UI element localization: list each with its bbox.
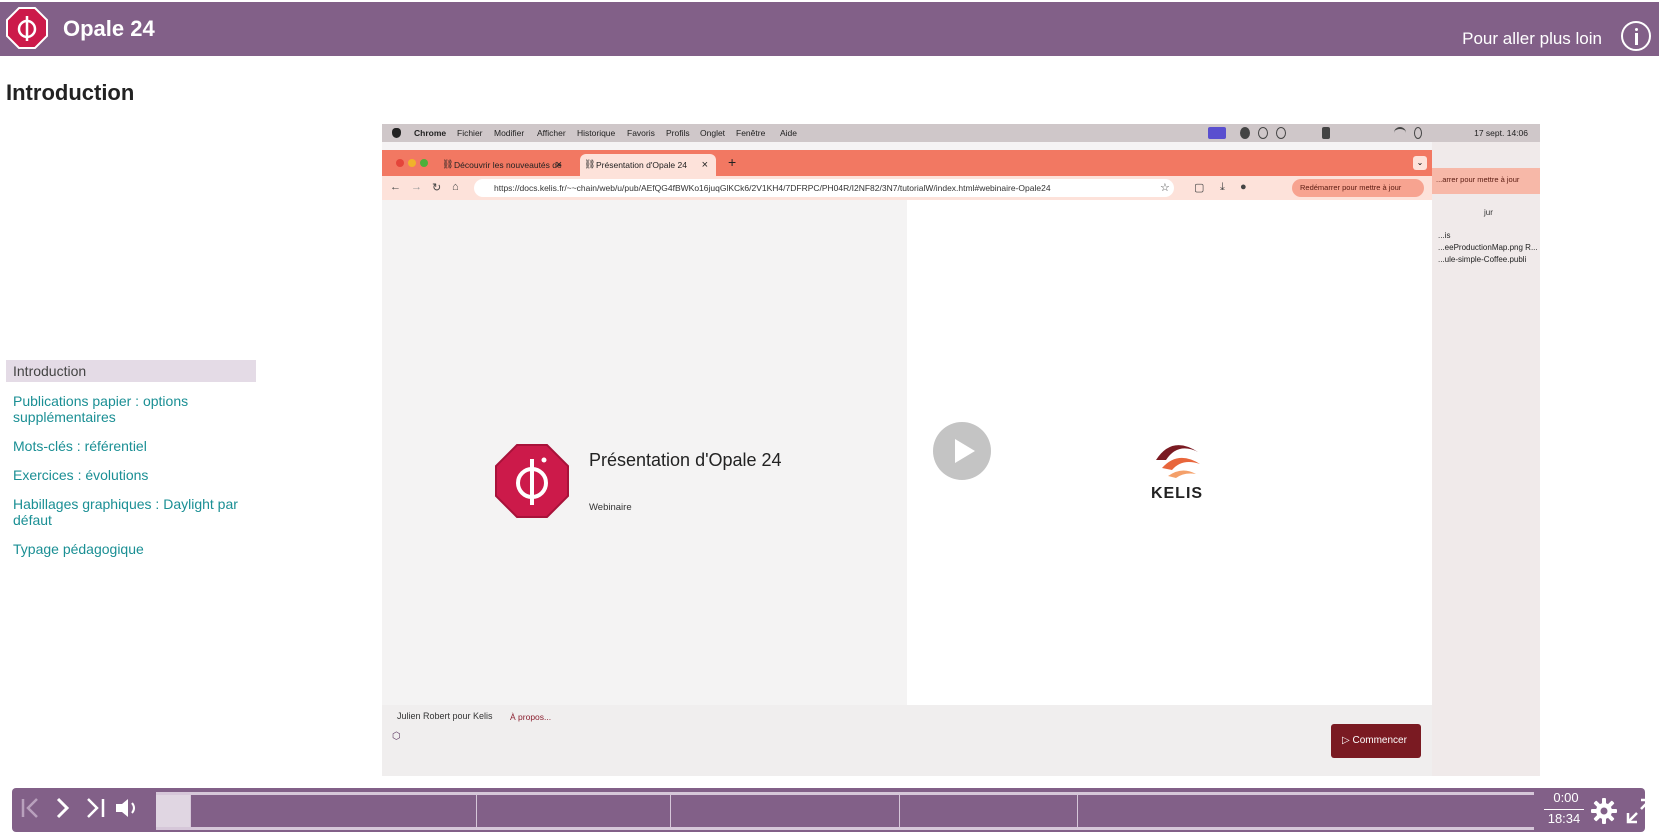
total-time: 18:34	[1547, 811, 1581, 826]
kelis-logo-icon	[1156, 445, 1200, 478]
browser-tab: ⛓ Découvrir les nouveautés de ×	[438, 154, 570, 176]
extensions-icon: ▢	[1194, 182, 1205, 194]
chapter-marker[interactable]	[475, 795, 477, 827]
close-tab-icon: ×	[701, 159, 708, 171]
restart-pill: Redémarrer pour mettre à jour	[1292, 179, 1424, 197]
browser-tab-active: ⛓ Présentation d'Opale 24 ×	[580, 154, 716, 176]
bg-profile: jur	[1484, 208, 1493, 217]
info-icon[interactable]	[1621, 21, 1651, 51]
battery-icon	[1322, 127, 1330, 139]
menubar-app: Chrome	[414, 128, 447, 138]
close-window-icon	[396, 159, 404, 167]
menubar-menu: Favoris	[627, 128, 655, 138]
time-separator	[1544, 809, 1584, 810]
scenari-icon: ⬡	[392, 731, 401, 742]
timeline-progress	[156, 795, 191, 827]
url-bar: https://docs.kelis.fr/~~chain/web/u/pub/…	[474, 179, 1174, 197]
gear-icon[interactable]	[1589, 796, 1619, 826]
bg-file-list: ...is ...eeProductionMap.png R... ...ule…	[1432, 230, 1540, 266]
outline-item-publications-papier[interactable]: Publications papier : options supplément…	[6, 391, 256, 427]
screen-record-icon	[1208, 127, 1226, 139]
about-link: À propos...	[510, 712, 552, 722]
outline-item-exercices[interactable]: Exercices : évolutions	[6, 465, 256, 485]
status-icon	[1276, 127, 1286, 139]
download-icon: ⤓	[1220, 181, 1225, 193]
menubar-menu: Aide	[780, 128, 798, 138]
slide-subtitle: Webinaire	[589, 502, 632, 513]
bg-file-item: ...is	[1438, 231, 1451, 240]
bg-file-item: ...ule-simple-Coffee.publi	[1438, 255, 1527, 264]
fullscreen-icon[interactable]	[1624, 796, 1654, 826]
page-title: Introduction	[6, 80, 135, 105]
mac-menubar: Chrome Fichier Modifier Afficher Histori…	[382, 124, 1540, 142]
outline-item-mots-cles[interactable]: Mots-clés : référentiel	[6, 436, 256, 456]
chevron-down-icon: ⌄	[1413, 156, 1427, 170]
star-icon: ☆	[1160, 182, 1170, 194]
background-window: ...arrer pour mettre à jour jur ...is ..…	[1432, 142, 1540, 776]
link-icon: ⛓	[442, 159, 454, 169]
kelis-wordmark: KELIS	[1150, 485, 1204, 502]
close-tab-icon: ×	[555, 159, 562, 171]
chrome-toolbar: ← → ↻ ⌂ https://docs.kelis.fr/~~chain/we…	[382, 176, 1432, 200]
player-controls: 0:00 18:34	[12, 788, 1652, 832]
start-button: ▷ Commencer	[1331, 724, 1421, 758]
menubar-menu: Fichier	[457, 128, 483, 138]
video-frame[interactable]: Chrome Fichier Modifier Afficher Histori…	[382, 124, 1540, 776]
cloud-icon	[1240, 127, 1250, 139]
slide-title: Présentation d'Opale 24	[589, 450, 782, 470]
maximize-window-icon	[420, 159, 428, 167]
chapter-marker[interactable]	[669, 795, 671, 827]
minimize-window-icon	[408, 159, 416, 167]
volume-icon[interactable]	[112, 796, 142, 824]
menubar-menu: Afficher	[537, 128, 566, 138]
chrome-tab-strip: ⛓ Découvrir les nouveautés de × ⛓ Présen…	[382, 150, 1432, 176]
menubar-menu: Historique	[577, 128, 616, 138]
app-header: Opale 24 Pour aller plus loin	[0, 2, 1659, 56]
chapter-marker[interactable]	[190, 795, 192, 827]
outline-item-habillages[interactable]: Habillages graphiques : Daylight par déf…	[6, 494, 256, 530]
outline-nav: Introduction Publications papier : optio…	[6, 360, 256, 568]
timeline-bar[interactable]	[156, 792, 1534, 830]
start-button-label: Commencer	[1352, 735, 1407, 746]
link-icon: ⛓	[584, 159, 596, 169]
bg-file-item: ...eeProductionMap.png R...	[1438, 243, 1538, 252]
chapter-marker[interactable]	[1076, 795, 1078, 827]
new-tab-icon: +	[728, 154, 737, 170]
profile-icon: ●	[1240, 181, 1247, 193]
menubar-menu: Profils	[666, 128, 690, 138]
slide-author: Julien Robert pour Kelis	[397, 711, 493, 721]
menubar-menu: Fenêtre	[736, 128, 766, 138]
more-link[interactable]: Pour aller plus loin	[1462, 29, 1602, 49]
webinar-slide: Présentation d'Opale 24 Webinaire KELIS	[382, 200, 1432, 705]
tab-label: Présentation d'Opale 24	[596, 160, 687, 170]
skip-first-icon[interactable]	[16, 796, 46, 824]
menubar-menu: Onglet	[700, 128, 726, 138]
outline-item-introduction[interactable]: Introduction	[6, 360, 256, 382]
opale-badge-icon	[495, 444, 569, 518]
chapter-marker[interactable]	[898, 795, 900, 827]
slide-footer: Julien Robert pour Kelis À propos... ⬡ ▷…	[382, 705, 1432, 776]
outline-item-typage[interactable]: Typage pédagogique	[6, 539, 256, 559]
wifi-icon	[1394, 127, 1406, 139]
play-icon[interactable]	[933, 422, 991, 480]
tab-label: Découvrir les nouveautés de	[454, 160, 562, 170]
home-icon: ⌂	[452, 181, 459, 193]
reload-icon: ↻	[432, 182, 442, 194]
menubar-menu: Modifier	[494, 128, 525, 138]
skip-last-icon[interactable]	[80, 796, 110, 824]
back-icon: ←	[390, 181, 401, 193]
current-time: 0:00	[1553, 790, 1579, 805]
forward-icon: →	[411, 181, 422, 193]
app-title: Opale 24	[63, 16, 155, 41]
search-icon	[1414, 127, 1422, 139]
opale-logo-icon[interactable]	[6, 7, 48, 49]
next-icon[interactable]	[48, 796, 78, 824]
bg-restart-label: ...arrer pour mettre à jour	[1432, 168, 1540, 194]
timer-icon	[1258, 127, 1268, 139]
apple-icon	[392, 128, 401, 138]
menubar-clock: 17 sept. 14:06	[1474, 128, 1528, 138]
